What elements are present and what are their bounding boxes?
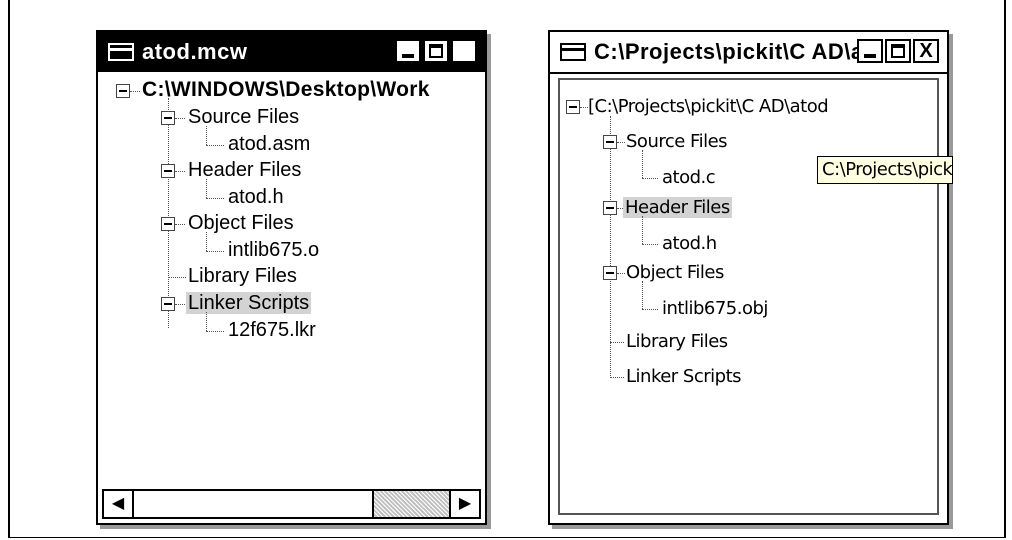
title-bar[interactable]: atod.mcw X	[98, 32, 485, 72]
close-button[interactable]: X	[913, 39, 939, 63]
tree-item-file[interactable]: intlib675.obj	[662, 296, 768, 322]
tree-connector	[206, 126, 207, 145]
collapse-icon[interactable]	[161, 164, 175, 178]
tree-connector	[610, 342, 624, 343]
tree-connector	[175, 118, 185, 119]
collapse-icon[interactable]	[116, 84, 130, 98]
tree-connector	[175, 224, 185, 225]
selection-highlight: Header Files	[623, 197, 732, 218]
tree-connector	[617, 142, 625, 143]
tree-connector	[642, 216, 643, 244]
tree-connector	[206, 198, 224, 199]
tree-connector	[642, 309, 658, 310]
tree-connector	[168, 98, 169, 328]
maximize-button[interactable]	[423, 39, 449, 63]
tree-item-file[interactable]: atod.c	[662, 165, 716, 191]
tree-connector	[206, 232, 207, 251]
scroll-thumb[interactable]	[134, 491, 374, 517]
collapse-icon[interactable]	[566, 100, 580, 114]
scroll-right-button[interactable]: ▶	[449, 491, 479, 517]
window-menu-icon[interactable]	[108, 43, 134, 61]
tree-item-file[interactable]: atod.h	[662, 231, 717, 257]
collapse-icon[interactable]	[161, 297, 175, 311]
tree-connector	[617, 273, 625, 274]
collapse-icon[interactable]	[161, 217, 175, 231]
tree-item-header-files[interactable]: Header Files	[188, 157, 301, 183]
tree-connector	[175, 171, 185, 172]
tree-connector	[610, 377, 624, 378]
project-tree: C:\WINDOWS\Desktop\Work Source Files ato…	[98, 74, 485, 483]
tree-connector	[130, 91, 140, 92]
window-controls: X	[393, 39, 477, 63]
tree-connector	[580, 107, 588, 108]
tree-item-file[interactable]: atod.asm	[228, 131, 310, 157]
horizontal-scrollbar[interactable]: ◀ ▶	[102, 489, 481, 519]
tree-item-file[interactable]: intlib675.o	[228, 237, 319, 263]
tree-connector	[642, 244, 658, 245]
tree-item-linker-scripts[interactable]: Linker Scripts	[186, 290, 312, 316]
tree-connector	[206, 251, 224, 252]
tree-root[interactable]: [C:\Projects\pickit\C AD\atod	[588, 94, 829, 120]
tree-root[interactable]: C:\WINDOWS\Desktop\Work	[142, 77, 430, 103]
selection-highlight: Linker Scripts	[186, 292, 312, 314]
window-title: C:\Projects\pickit\C AD\a...	[594, 39, 884, 64]
window-menu-icon[interactable]	[560, 43, 586, 61]
maximize-button[interactable]	[885, 39, 911, 63]
tree-item-file[interactable]: atod.h	[228, 184, 284, 210]
minimize-button[interactable]	[857, 39, 883, 63]
tree-connector	[206, 331, 224, 332]
tree-connector	[175, 304, 185, 305]
tree-connector	[168, 277, 186, 278]
tree-item-linker-scripts[interactable]: Linker Scripts	[626, 364, 742, 390]
project-window-pickit: C:\Projects\pickit\C AD\a... X [C:\Proje…	[548, 30, 953, 525]
tree-item-library-files[interactable]: Library Files	[188, 263, 297, 289]
tree-connector	[642, 150, 643, 178]
tree-item-source-files[interactable]: Source Files	[188, 104, 299, 130]
tree-item-header-files[interactable]: Header Files	[623, 195, 732, 221]
tree-connector	[206, 145, 224, 146]
window-controls: X	[855, 39, 939, 63]
collapse-icon[interactable]	[603, 135, 617, 149]
tree-connector	[206, 312, 207, 331]
scroll-left-button[interactable]: ◀	[104, 491, 134, 517]
title-bar[interactable]: C:\Projects\pickit\C AD\a... X	[550, 32, 947, 74]
project-window-atod-mcw: atod.mcw X C:\WINDOWS\Desktop\Work Sourc…	[96, 30, 487, 525]
project-tree: [C:\Projects\pickit\C AD\atod Source Fil…	[558, 78, 953, 515]
window-title: atod.mcw	[142, 39, 248, 64]
tree-item-library-files[interactable]: Library Files	[626, 329, 728, 355]
tree-connector	[206, 179, 207, 198]
collapse-icon[interactable]	[603, 201, 617, 215]
tree-item-object-files[interactable]: Object Files	[188, 210, 294, 236]
collapse-icon[interactable]	[603, 266, 617, 280]
tree-item-object-files[interactable]: Object Files	[626, 260, 724, 286]
tree-connector	[610, 116, 611, 378]
tree-connector	[642, 281, 643, 309]
tree-connector	[642, 178, 658, 179]
close-button[interactable]: X	[451, 39, 477, 63]
tree-item-file[interactable]: 12f675.lkr	[228, 317, 316, 343]
scroll-track[interactable]	[374, 491, 449, 517]
collapse-icon[interactable]	[161, 111, 175, 125]
path-tooltip: C:\Projects\pickit	[817, 156, 953, 184]
minimize-button[interactable]	[395, 39, 421, 63]
